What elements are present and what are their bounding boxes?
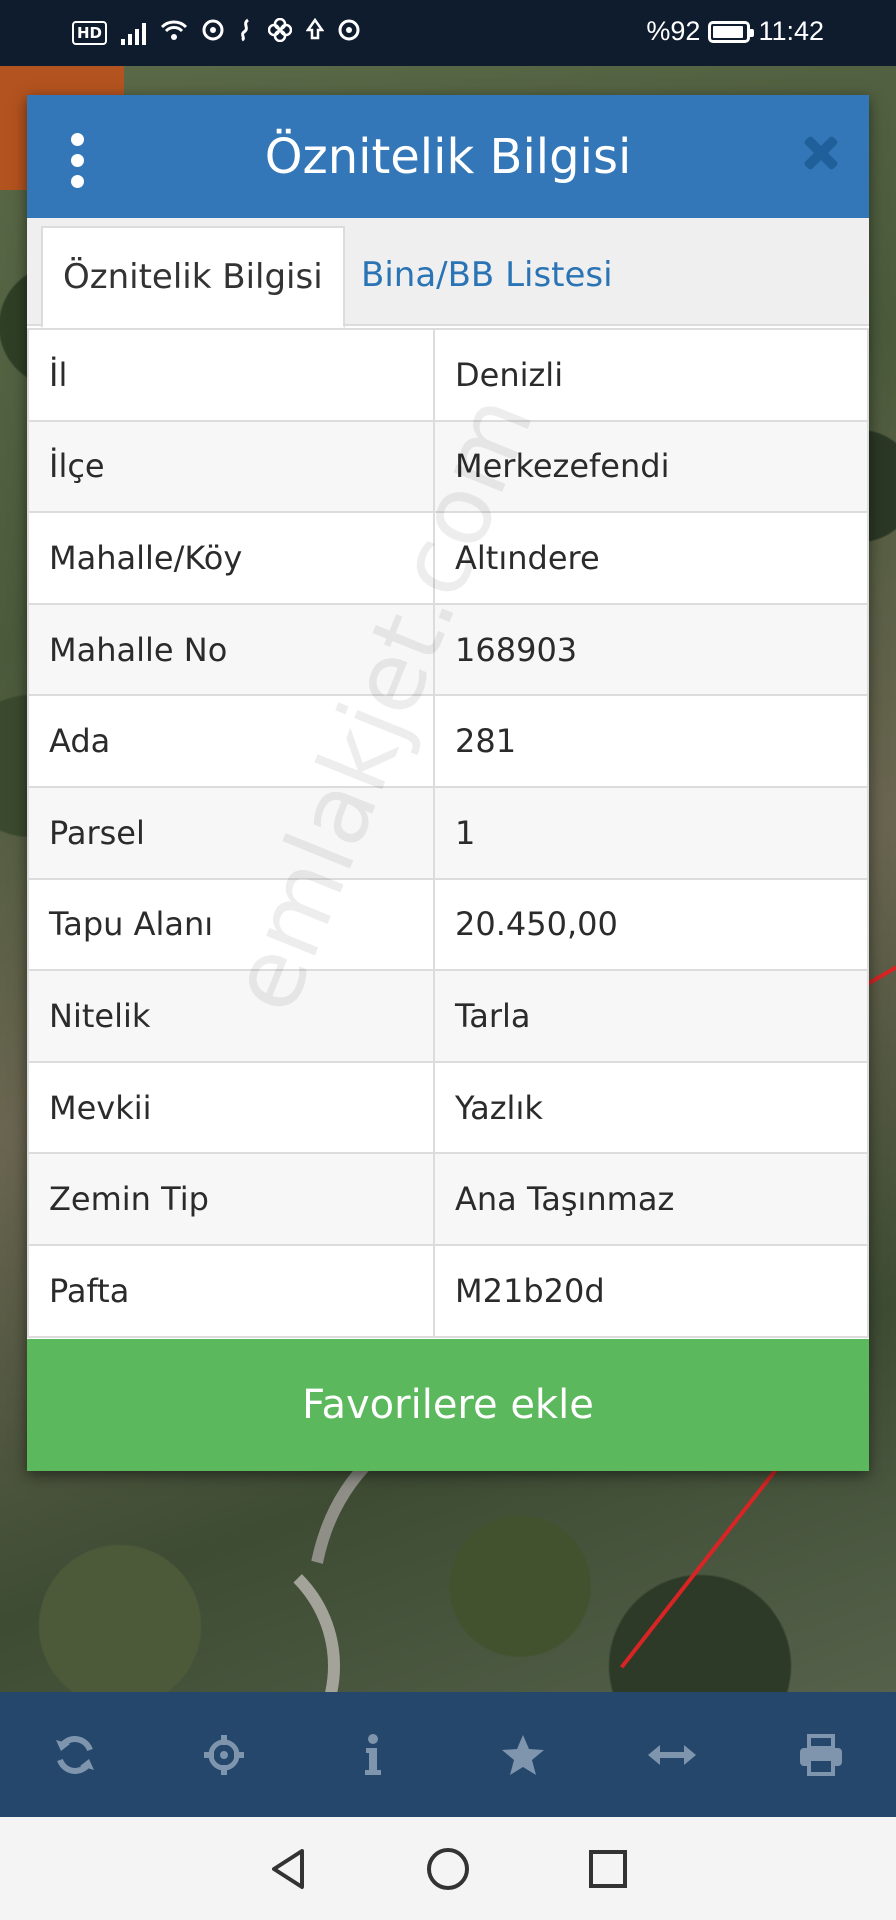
close-icon[interactable] [801, 133, 841, 173]
tab-bar: Öznitelik Bilgisi Bina/BB Listesi [27, 218, 869, 328]
table-row: Mahalle/Köy Altındere [27, 511, 869, 605]
table-row: Parsel 1 [27, 785, 869, 880]
tab-attribute-info[interactable]: Öznitelik Bilgisi [41, 226, 345, 328]
attribute-key: Parsel [27, 785, 435, 880]
attribute-table: İl Denizli İlçe Merkezefendi Mahalle/Köy Al… [27, 328, 869, 1338]
measure-icon[interactable] [642, 1725, 702, 1785]
map-toolbar [0, 1692, 896, 1817]
attribute-value: Merkezefendi [433, 419, 869, 514]
attribute-value: Tarla [433, 969, 869, 1063]
table-row: Pafta M21b20d [27, 1243, 869, 1338]
table-row: Tapu Alanı 20.450,00 [27, 877, 869, 972]
battery-icon [708, 20, 755, 43]
recents-icon[interactable] [578, 1839, 638, 1899]
attribute-value: M21b20d [433, 1243, 869, 1338]
attribute-value: 281 [433, 694, 869, 788]
battery-percent: %92 [646, 16, 701, 46]
attribute-key: Mahalle/Köy [27, 511, 435, 605]
chrome-icon [338, 19, 360, 46]
attribute-key: Ada [27, 694, 435, 788]
table-row: Mahalle No 168903 [27, 602, 869, 697]
back-icon[interactable] [258, 1839, 318, 1899]
attribute-value: Yazlık [433, 1060, 869, 1155]
dialog-title: Öznitelik Bilgisi [264, 129, 632, 185]
attribute-value: Altındere [433, 511, 869, 605]
wifi-icon [160, 19, 188, 46]
attribute-key: Pafta [27, 1243, 435, 1338]
fan-icon [267, 17, 293, 47]
table-row: Ada 281 [27, 694, 869, 788]
attribute-dialog: Öznitelik Bilgisi Öznitelik Bilgisi Bina… [27, 95, 869, 1471]
locate-icon[interactable] [194, 1725, 254, 1785]
system-nav-bar [0, 1817, 896, 1920]
table-row: Mevkii Yazlık [27, 1060, 869, 1155]
upload-icon [305, 17, 325, 47]
signal-icon [121, 21, 147, 45]
attribute-key: Nitelik [27, 969, 435, 1063]
table-row: Nitelik Tarla [27, 969, 869, 1063]
refresh-icon[interactable] [45, 1725, 105, 1785]
star-icon[interactable] [493, 1725, 553, 1785]
attribute-key: Mahalle No [27, 602, 435, 697]
attribute-key: İl [27, 328, 435, 422]
notification-icon [238, 18, 254, 47]
clock: 11:42 [758, 16, 824, 46]
attribute-value: Denizli [433, 328, 869, 422]
info-icon[interactable] [343, 1725, 403, 1785]
hd-icon: HD [72, 20, 108, 45]
tab-building-list[interactable]: Bina/BB Listesi [349, 226, 625, 324]
attribute-key: Zemin Tip [27, 1152, 435, 1246]
attribute-value: Ana Taşınmaz [433, 1152, 869, 1246]
add-favorite-button[interactable]: Favorilere ekle [27, 1339, 869, 1471]
attribute-value: 168903 [433, 602, 869, 697]
table-row: İl Denizli [27, 328, 869, 422]
attribute-key: Tapu Alanı [27, 877, 435, 972]
attribute-key: İlçe [27, 419, 435, 514]
attribute-value: 1 [433, 785, 869, 880]
chrome-icon [202, 19, 224, 46]
dialog-header: Öznitelik Bilgisi [27, 95, 869, 218]
table-row: İlçe Merkezefendi [27, 419, 869, 514]
table-row: Zemin Tip Ana Taşınmaz [27, 1152, 869, 1246]
map-road [80, 1536, 340, 1692]
home-icon[interactable] [418, 1839, 478, 1899]
print-icon[interactable] [791, 1725, 851, 1785]
attribute-key: Mevkii [27, 1060, 435, 1155]
status-bar: HD %92 11:42 [0, 0, 896, 66]
attribute-value: 20.450,00 [433, 877, 869, 972]
